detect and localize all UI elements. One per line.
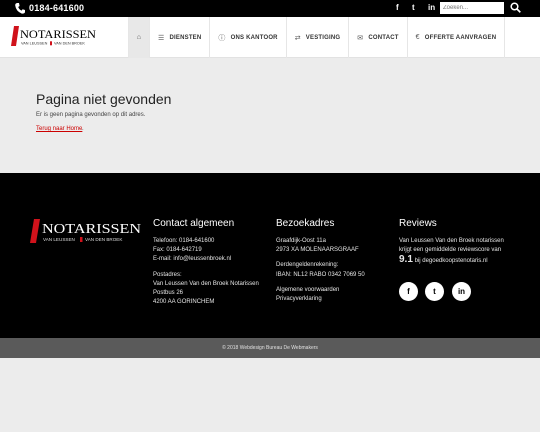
search-icon[interactable] <box>510 2 521 13</box>
logo-name: NOTARISSEN <box>20 27 96 41</box>
footer-third-party-title: Derdengeldenrekening: <box>276 262 339 269</box>
site-logo[interactable]: NOTARISSEN VAN LEUSSEN VAN DEN BROEK <box>11 26 97 51</box>
reviews-score-line: 9.1 bij degoedkoopstenotaris.nl <box>399 255 504 266</box>
envelope-icon: ✉ <box>357 34 364 42</box>
top-phone-number[interactable]: 0184-641600 <box>29 3 84 13</box>
footer-linkedin-icon[interactable]: in <box>452 282 471 301</box>
footer-city: 2973 XA MOLENAARSGRAAF <box>276 247 359 254</box>
footer-terms-link[interactable]: Algemene voorwaarden <box>276 286 365 295</box>
phone-icon <box>15 3 25 14</box>
review-source[interactable]: bij degoedkoopstenotaris.nl <box>415 258 488 264</box>
nav-offerte-label: OFFERTE AANVRAGEN <box>424 34 497 41</box>
euro-icon: € <box>415 34 420 41</box>
home-icon: ⌂ <box>136 34 142 41</box>
footer-visit-title: Bezoekadres <box>276 218 335 229</box>
signpost-icon: ⇄ <box>294 34 301 42</box>
nav-diensten-label: DIENSTEN <box>169 34 202 41</box>
footer-logo-sub-left: VAN LEUSSEN <box>43 237 75 242</box>
nav-vestiging[interactable]: ⇄ VESTIGING <box>285 17 349 58</box>
list-icon: ☰ <box>158 34 165 42</box>
footer-iban: IBAN: NL12 RABO 0342 7069 50 <box>276 271 365 278</box>
footer-street: Graafdijk-Oost 11a <box>276 238 326 244</box>
footer-postal-box: Postbus 26 <box>153 290 184 297</box>
info-icon: ⓘ <box>218 34 226 42</box>
footer-logo: NOTARISSEN VAN LEUSSEN VAN DEN BROEK <box>30 219 142 248</box>
main-content: Pagina niet gevonden Er is geen pagina g… <box>0 58 540 173</box>
footer-postal-name: Van Leussen Van den Broek Notarissen <box>153 280 259 287</box>
footer-visit-column: Bezoekadres Graafdijk-Oost 11a 2973 XA M… <box>276 218 365 304</box>
facebook-icon[interactable]: f <box>396 3 399 12</box>
logo-mark: NOTARISSEN VAN LEUSSEN VAN DEN BROEK <box>11 26 96 46</box>
logo-sub-right: VAN DEN BROEK <box>54 42 85 46</box>
nav-vestiging-label: VESTIGING <box>305 34 341 41</box>
nav-contact[interactable]: ✉ CONTACT <box>348 17 406 58</box>
reviews-line-2: krijgt een gemiddelde reviewscore van <box>399 247 502 254</box>
footer-email[interactable]: E-mail: info@leussenbroek.nl <box>153 255 259 264</box>
main-nav: ⌂ ☰ DIENSTEN ⓘ ONS KANTOOR ⇄ VESTIGING ✉… <box>128 17 506 58</box>
footer-facebook-icon[interactable]: f <box>399 282 418 301</box>
footer-postal-city: 4200 AA GORINCHEM <box>153 299 215 306</box>
footer-postal-title: Postadres: <box>153 271 182 278</box>
footer-logo-sub-right: VAN DEN BROEK <box>85 237 123 242</box>
search-input[interactable] <box>440 2 504 14</box>
footer-contact-title: Contact algemeen <box>153 218 235 229</box>
nav-home[interactable]: ⌂ <box>128 17 149 58</box>
nav-offerte[interactable]: € OFFERTE AANVRAGEN <box>406 17 506 58</box>
footer-fax: Fax: 0184-642719 <box>153 247 202 254</box>
back-home-link[interactable]: Terug naar Home <box>36 126 82 132</box>
footer-reviews-title: Reviews <box>399 218 437 229</box>
page-title: Pagina niet gevonden <box>36 91 172 107</box>
nav-ons-kantoor-label: ONS KANTOOR <box>230 34 278 41</box>
footer-privacy-link[interactable]: Privacyverklaring <box>276 295 365 304</box>
footer-logo-name: NOTARISSEN <box>42 222 141 237</box>
footer-phone[interactable]: Telefoon: 0184-641600 <box>153 237 259 246</box>
copyright-bar: © 2018 Webdesign Bureau De Webmakers <box>0 338 540 358</box>
site-header: NOTARISSEN VAN LEUSSEN VAN DEN BROEK ⌂ ☰… <box>0 17 540 58</box>
page-background <box>0 358 540 432</box>
nav-diensten[interactable]: ☰ DIENSTEN <box>149 17 209 58</box>
footer-reviews-column: Reviews Van Leussen Van den Broek notari… <box>399 218 504 267</box>
footer-twitter-icon[interactable]: t <box>425 282 444 301</box>
site-footer: NOTARISSEN VAN LEUSSEN VAN DEN BROEK Con… <box>0 173 540 338</box>
not-found-message: Er is geen pagina gevonden op dit adres. <box>36 112 146 118</box>
copyright-text[interactable]: © 2018 Webdesign Bureau De Webmakers <box>222 345 318 351</box>
top-bar: 0184-641600 f t in <box>0 0 540 17</box>
nav-ons-kantoor[interactable]: ⓘ ONS KANTOOR <box>209 17 285 58</box>
logo-sub-left: VAN LEUSSEN <box>21 42 48 46</box>
reviews-line-1: Van Leussen Van den Broek notarissen <box>399 238 504 244</box>
twitter-icon[interactable]: t <box>412 3 415 12</box>
nav-contact-label: CONTACT <box>368 34 399 41</box>
back-home-suffix: . <box>82 126 84 132</box>
footer-contact-column: Contact algemeen Telefoon: 0184-641600 F… <box>153 218 259 307</box>
linkedin-icon[interactable]: in <box>428 3 435 12</box>
review-score: 9.1 <box>399 254 413 266</box>
